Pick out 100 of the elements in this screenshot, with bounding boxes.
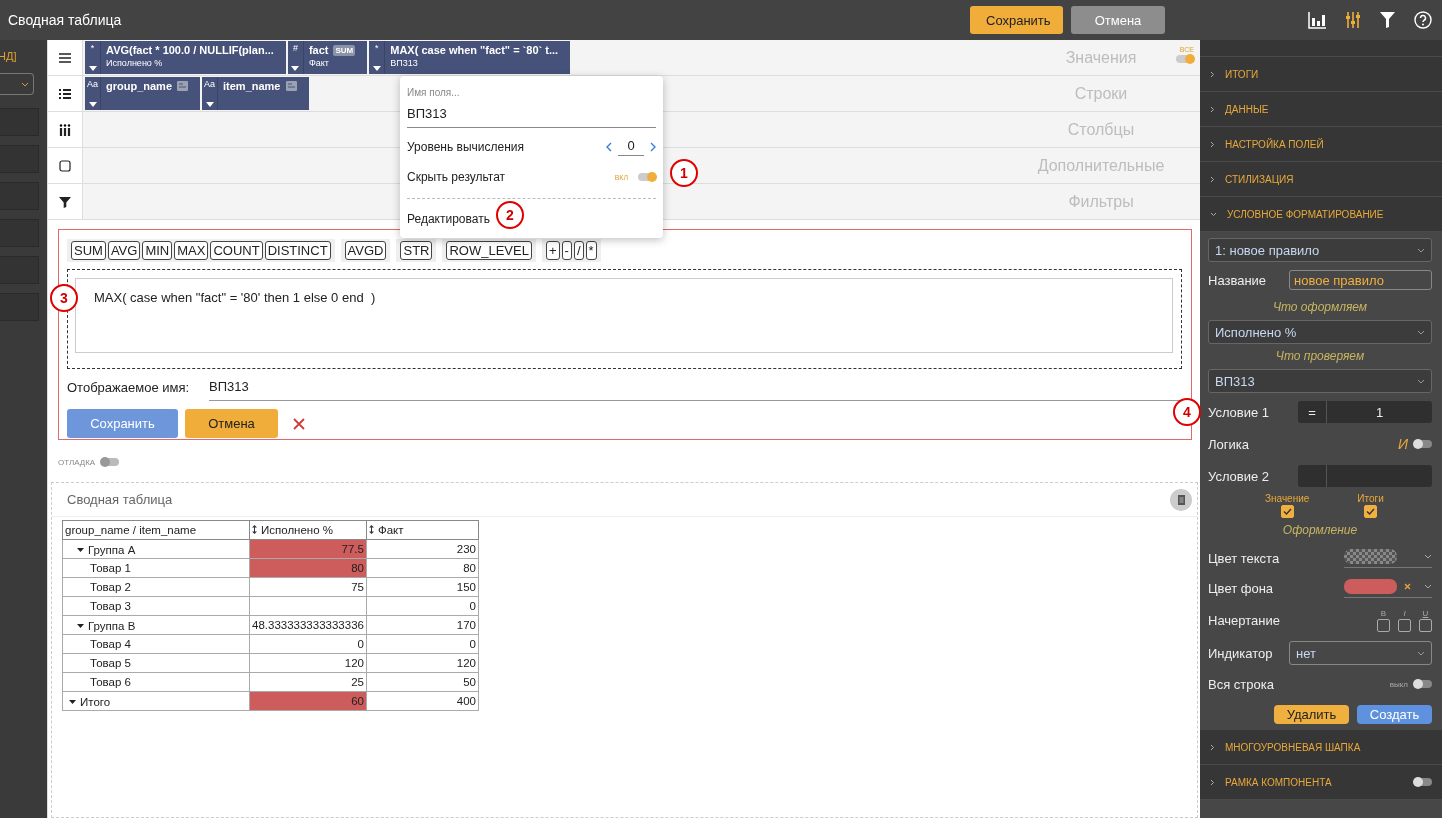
field-chip[interactable]: * MAX( case when "fact" = `80` t... ВП313	[369, 41, 571, 74]
annotation-number: 4	[1173, 398, 1201, 426]
filter-icon[interactable]	[1380, 12, 1395, 28]
field-chip[interactable]: # fact SUM Факт	[287, 41, 368, 74]
table-cell: 0	[366, 596, 479, 616]
function-button[interactable]: ROW_LEVEL	[446, 241, 532, 260]
color-swatch[interactable]	[1344, 578, 1397, 594]
panel-title: Сводная таблица	[67, 492, 173, 507]
checkbox[interactable]	[1398, 618, 1411, 632]
checkbox[interactable]	[1377, 618, 1390, 632]
check-dropdown[interactable]: ВП313	[1208, 369, 1432, 393]
page-title: Сводная таблица	[8, 12, 122, 28]
column-header[interactable]: Исполнено %	[249, 520, 367, 540]
function-button[interactable]: COUNT	[210, 241, 263, 260]
section-header[interactable]: МНОГОУРОВНЕВАЯ ШАПКА	[1200, 730, 1442, 765]
level-label: Уровень вычисления	[407, 140, 525, 154]
target-dropdown[interactable]: Исполнено %	[1208, 320, 1432, 344]
toggle-switch[interactable]	[101, 458, 120, 466]
delete-button[interactable]: Удалить	[1274, 705, 1349, 724]
field-chip[interactable]: Aa item_name	[202, 77, 309, 110]
document-icon[interactable]	[1170, 488, 1192, 511]
toggle-switch[interactable]	[638, 173, 656, 181]
field-name-field[interactable]: Имя поля... ВП313	[407, 76, 656, 128]
chevron-down-icon	[1210, 211, 1217, 217]
condition-value-field[interactable]: 1	[1327, 401, 1432, 423]
edit-link[interactable]: Редактировать	[407, 212, 490, 226]
toggle-switch[interactable]	[1414, 680, 1432, 688]
name-label: Название	[1208, 272, 1268, 288]
display-name-field[interactable]: ВП313	[209, 379, 1191, 401]
operator-field[interactable]: =	[1298, 401, 1327, 423]
field-chip[interactable]: Aa group_name	[85, 77, 200, 110]
toggle-switch[interactable]	[1414, 777, 1432, 786]
column-header[interactable]: group_name / item_name	[62, 520, 250, 540]
caret-icon	[69, 700, 76, 704]
function-button[interactable]: STR	[400, 241, 433, 260]
style-letter: B	[1380, 608, 1387, 618]
condition-value-field[interactable]	[1327, 465, 1432, 487]
name-field[interactable]: новое правило	[1289, 270, 1432, 290]
cancel-button[interactable]: Отмена	[185, 409, 278, 438]
section-header[interactable]: РАМКА КОМПОНЕНТА	[1200, 765, 1442, 800]
chevron-right-icon	[1210, 105, 1215, 113]
function-button[interactable]: SUM	[71, 241, 106, 260]
toggle-switch[interactable]	[1176, 55, 1194, 63]
logic-value: И	[1398, 436, 1408, 452]
style-letter: I	[1403, 608, 1406, 618]
table-cell: 48.333333333333336	[249, 615, 367, 635]
table-cell: 50	[366, 672, 479, 692]
table-cell: 230	[366, 539, 479, 559]
row-header-cell: Товар 3	[62, 596, 250, 616]
function-button[interactable]: AVGD	[344, 241, 387, 260]
debug-label: ОТЛАДКА	[58, 457, 96, 467]
rule-dropdown[interactable]: 1: новое правило	[1208, 238, 1432, 262]
columns-icon	[59, 123, 71, 136]
level-value[interactable]: 0	[618, 138, 644, 156]
chevron-left-icon[interactable]	[606, 142, 612, 152]
row-header-cell[interactable]: Группа A	[62, 539, 250, 559]
chevron-down-icon	[1417, 650, 1425, 656]
dropdown[interactable]	[0, 73, 34, 95]
field-chip[interactable]: * AVG(fact * 100.0 / NULLIF(plan... Исполнено %	[85, 41, 286, 74]
apply-label: Значение	[1265, 493, 1310, 504]
help-icon[interactable]	[1414, 11, 1432, 29]
function-button[interactable]: *	[585, 241, 597, 260]
checkbox[interactable]	[1364, 505, 1378, 518]
column-header[interactable]: Факт	[366, 520, 479, 540]
indicator-dropdown[interactable]: нет	[1289, 641, 1432, 665]
function-button[interactable]: MIN	[142, 241, 173, 260]
chevron-right-icon[interactable]	[650, 142, 656, 152]
section-header[interactable]: ДАННЫЕ	[1200, 92, 1442, 127]
text-field-icon	[177, 81, 188, 91]
function-button[interactable]: /	[573, 241, 584, 260]
save-button[interactable]: Сохранить	[970, 6, 1063, 34]
caret-icon	[88, 66, 97, 71]
section-header[interactable]: УСЛОВНОЕ ФОРМАТИРОВАНИЕ	[1200, 197, 1442, 232]
chevron-down-icon	[1417, 378, 1425, 384]
table-cell: 170	[366, 615, 479, 635]
function-button[interactable]: AVG	[107, 241, 141, 260]
bar-chart-icon[interactable]	[1308, 11, 1326, 29]
table-cell: 0	[366, 634, 479, 654]
clear-icon[interactable]	[1404, 582, 1411, 590]
section-header[interactable]: НАСТРОЙКА ПОЛЕЙ	[1200, 127, 1442, 162]
checkbox[interactable]	[1280, 505, 1294, 518]
style-letter: U	[1422, 608, 1429, 618]
function-button[interactable]: -	[561, 241, 572, 260]
menu-icon	[59, 51, 71, 64]
function-button[interactable]: DISTINCT	[264, 241, 331, 260]
operator-field[interactable]	[1298, 465, 1327, 487]
toggle-switch[interactable]	[1414, 440, 1432, 448]
row-header-cell: Товар 6	[62, 672, 250, 692]
row-header-cell[interactable]: Группа B	[62, 615, 250, 635]
color-swatch[interactable]	[1344, 548, 1397, 564]
function-button[interactable]: MAX	[174, 241, 209, 260]
sliders-icon[interactable]	[1345, 12, 1361, 28]
row-header-cell[interactable]: Итого	[62, 691, 250, 711]
function-button[interactable]: +	[545, 241, 560, 260]
section-header[interactable]: ИТОГИ	[1200, 57, 1442, 92]
close-icon[interactable]	[293, 417, 305, 430]
checkbox[interactable]	[1419, 618, 1432, 632]
bg-color-label: Цвет фона	[1208, 580, 1274, 596]
formula-field[interactable]: MAX( case when "fact" = '80' then 1 else 0 end )	[75, 278, 1173, 353]
section-header[interactable]: СТИЛИЗАЦИЯ	[1200, 162, 1442, 197]
